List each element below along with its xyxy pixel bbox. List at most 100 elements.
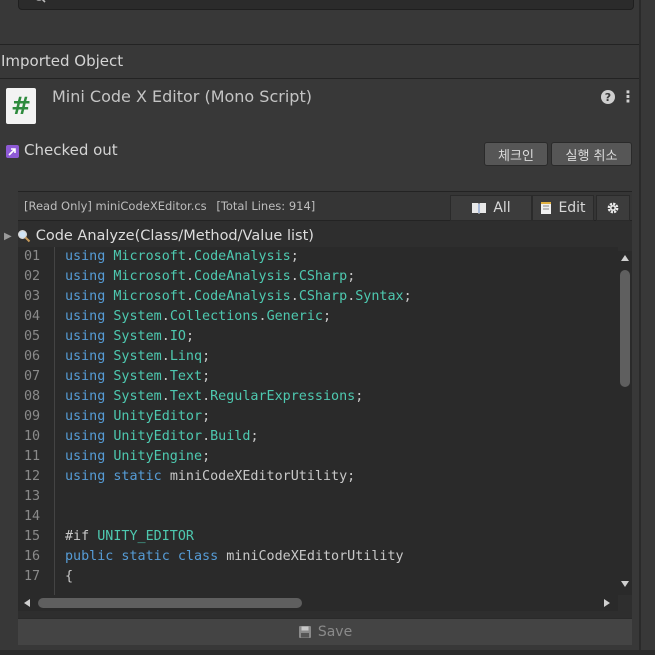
code-token: IO [169,329,186,344]
code-token: System [113,349,162,364]
horizontal-scrollbar[interactable] [18,595,618,611]
line-number: 12 [24,469,41,484]
code-token: UnityEngine [113,449,203,464]
code-token: Text [169,369,203,384]
code-text: using System.Linq; [65,347,210,367]
file-name: [Read Only] miniCodeXEditor.cs [24,199,207,213]
code-token: ; [403,289,412,304]
code-token: . [290,269,299,284]
code-token: using [65,309,114,324]
code-token: using [65,449,114,464]
divider-header [0,78,639,79]
search-icon [36,0,46,3]
magnifier-icon [17,230,30,243]
code-token: using [65,249,114,264]
line-number: 14 [24,509,41,524]
code-text: { [65,567,73,587]
gear-icon [607,202,619,214]
line-number: 15 [24,529,41,544]
scroll-up-arrow-icon[interactable] [621,255,629,261]
vertical-scroll-thumb[interactable] [620,270,630,387]
code-token: using [65,389,114,404]
line-number: 03 [24,289,41,304]
code-token: using [65,369,114,384]
save-button[interactable]: Save [18,618,632,645]
code-token: ; [202,449,211,464]
analyze-foldout[interactable]: ▶ Code Analyze(Class/Method/Value list) [4,226,604,246]
code-token: . [185,289,194,304]
checkin-button[interactable]: 체크인 [484,142,548,166]
code-text: using Microsoft.CodeAnalysis.CSharp; [65,267,355,287]
line-number: 01 [24,249,41,264]
code-token: . [161,309,170,324]
code-token: . [161,369,170,384]
scroll-down-arrow-icon[interactable] [621,581,629,587]
code-token: Linq [169,349,203,364]
code-token: System [113,329,162,344]
line-number: 17 [24,569,41,584]
scroll-right-arrow-icon[interactable] [604,599,610,607]
checked-out-icon [6,145,19,158]
asset-title: Mini Code X Editor (Mono Script) [52,87,312,106]
csharp-script-icon: # [6,88,36,124]
line-number: 05 [24,329,41,344]
code-token: using [65,329,114,344]
code-text: using Microsoft.CodeAnalysis; [65,247,299,267]
floppy-disk-icon [298,626,311,638]
code-token: Microsoft [113,289,186,304]
code-text: using static miniCodeXEditorUtility; [65,467,355,487]
code-token: CSharp [298,269,348,284]
help-icon[interactable]: ? [601,90,615,104]
context-menu-icon[interactable]: ⋮ [620,87,636,106]
code-token: ; [323,309,332,324]
code-token: . [202,389,211,404]
search-bar[interactable] [18,0,634,10]
code-text: using System.Text; [65,367,210,387]
code-token: using [65,409,114,424]
code-token: ; [185,329,194,344]
horizontal-scroll-thumb[interactable] [38,598,302,608]
save-label: Save [317,624,353,640]
all-button[interactable]: All [450,195,532,221]
code-token: using [65,349,114,364]
code-token: ; [290,249,299,264]
all-label: All [493,200,511,216]
code-text: using System.Text.RegularExpressions; [65,387,363,407]
total-lines: [Total Lines: 914] [216,199,316,213]
vcs-status: Checked out [24,141,118,159]
foldout-arrow-icon: ▶ [4,230,12,242]
code-token: System [113,309,162,324]
code-lines: 01 using Microsoft.CodeAnalysis; 02 using M… [18,247,618,595]
code-token: System [113,389,162,404]
code-token: System [113,369,162,384]
file-info: [Read Only] miniCodeXEditor.cs [Total Li… [24,199,315,213]
scroll-left-arrow-icon[interactable] [24,599,30,607]
code-token: UnityEditor [113,409,203,424]
code-text: using UnityEditor.Build; [65,427,259,447]
vertical-scrollbar[interactable] [618,251,632,595]
code-token: #if [65,529,98,544]
menu-glyph: ⋮ [620,87,636,106]
settings-button[interactable] [596,195,630,221]
code-token: Microsoft [113,269,186,284]
line-number: 07 [24,369,41,384]
undo-checkout-button[interactable]: 실행 취소 [551,142,632,166]
code-token: miniCodeXEditorUtility [226,549,404,564]
line-number: 02 [24,269,41,284]
code-text: #if UNITY_EDITOR [65,527,194,547]
code-token: UnityEditor [113,429,203,444]
code-area[interactable]: 01 using Microsoft.CodeAnalysis; 02 using M… [18,247,618,595]
code-token: . [161,389,170,404]
code-token: Text [169,389,203,404]
edit-button[interactable]: Edit [532,195,594,221]
code-token: CodeAnalysis [194,249,291,264]
code-token: Syntax [355,289,404,304]
book-icon [472,203,487,214]
code-token: . [290,289,299,304]
code-token: CodeAnalysis [194,289,291,304]
help-glyph: ? [604,90,612,104]
code-token: CodeAnalysis [194,269,291,284]
code-token: Build [210,429,251,444]
code-token: ; [202,409,211,424]
code-token: UNITY_EDITOR [97,529,194,544]
